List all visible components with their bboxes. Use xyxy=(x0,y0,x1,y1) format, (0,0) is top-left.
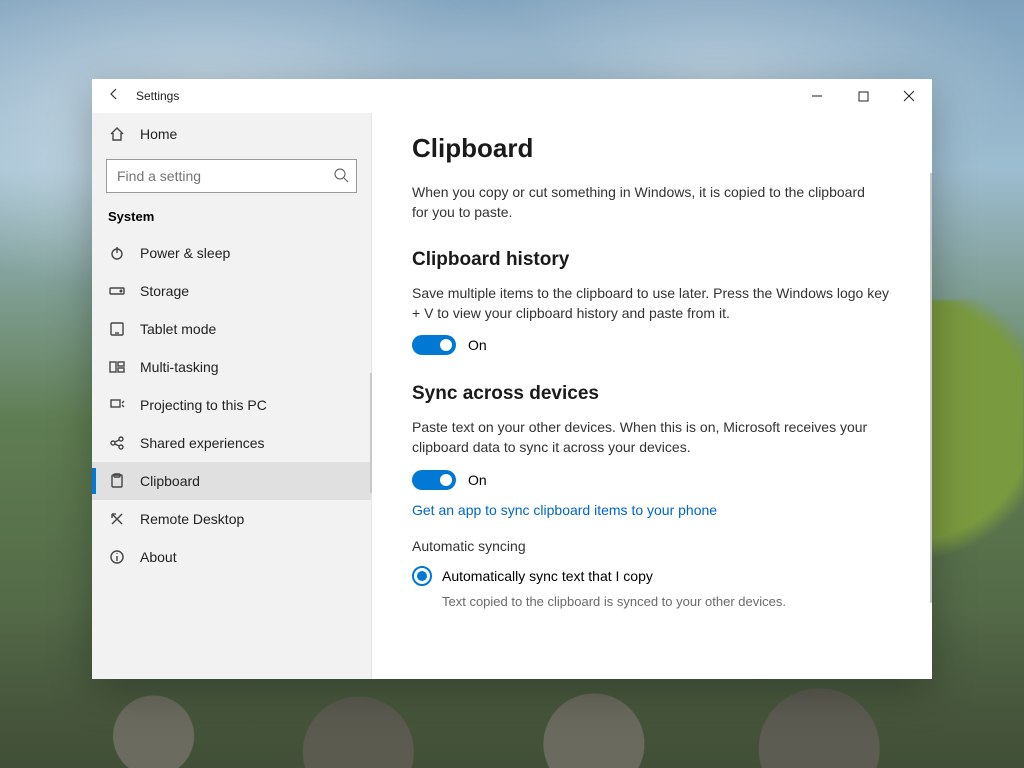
content-scrollbar[interactable] xyxy=(930,173,932,603)
toggle-track xyxy=(412,470,456,490)
multitask-icon xyxy=(108,358,126,376)
sidebar-item-label: Projecting to this PC xyxy=(140,397,267,413)
search-input[interactable] xyxy=(106,159,357,193)
sync-app-link[interactable]: Get an app to sync clipboard items to yo… xyxy=(412,502,717,518)
sync-group: Sync across devices Paste text on your o… xyxy=(412,383,892,609)
sidebar-item-remote-desktop[interactable]: Remote Desktop xyxy=(92,500,371,538)
toggle-track xyxy=(412,335,456,355)
maximize-button[interactable] xyxy=(840,79,886,113)
sidebar-item-label: Tablet mode xyxy=(140,321,216,337)
clipboard-history-desc: Save multiple items to the clipboard to … xyxy=(412,283,892,324)
page-title: Clipboard xyxy=(412,133,892,164)
auto-sync-radio-row[interactable]: Automatically sync text that I copy xyxy=(412,564,892,590)
radio-button[interactable] xyxy=(412,566,432,586)
sidebar-item-clipboard[interactable]: Clipboard xyxy=(92,462,371,500)
toggle-state-label: On xyxy=(468,337,487,353)
minimize-button[interactable] xyxy=(794,79,840,113)
radio-dot xyxy=(417,571,427,581)
toggle-knob xyxy=(440,339,452,351)
window-controls xyxy=(794,79,932,113)
auto-sync-hint: Text copied to the clipboard is synced t… xyxy=(442,594,892,609)
window-title: Settings xyxy=(136,89,179,103)
clipboard-icon xyxy=(108,472,126,490)
sidebar-item-label: Multi-tasking xyxy=(140,359,219,375)
automatic-syncing-heading: Automatic syncing xyxy=(412,538,892,554)
project-icon xyxy=(108,396,126,414)
sidebar-nav-list: Power & sleep Storage Tablet mode Multi-… xyxy=(92,234,371,679)
auto-sync-radio-label: Automatically sync text that I copy xyxy=(442,568,653,584)
page-intro: When you copy or cut something in Window… xyxy=(412,182,872,223)
sidebar-home[interactable]: Home xyxy=(92,115,371,153)
sidebar-item-storage[interactable]: Storage xyxy=(92,272,371,310)
home-icon xyxy=(108,125,126,143)
power-icon xyxy=(108,244,126,262)
sidebar-item-about[interactable]: About xyxy=(92,538,371,576)
search-container xyxy=(106,159,357,193)
sidebar-item-tablet-mode[interactable]: Tablet mode xyxy=(92,310,371,348)
clipboard-history-toggle[interactable]: On xyxy=(412,335,892,355)
content-pane: Clipboard When you copy or cut something… xyxy=(372,113,932,679)
sidebar-item-projecting[interactable]: Projecting to this PC xyxy=(92,386,371,424)
sync-toggle[interactable]: On xyxy=(412,470,892,490)
sidebar-item-label: Power & sleep xyxy=(140,245,230,261)
sidebar-item-power-sleep[interactable]: Power & sleep xyxy=(92,234,371,272)
sidebar-item-shared-experiences[interactable]: Shared experiences xyxy=(92,424,371,462)
tablet-icon xyxy=(108,320,126,338)
back-button[interactable] xyxy=(102,87,126,106)
titlebar: Settings xyxy=(92,79,932,113)
shared-icon xyxy=(108,434,126,452)
about-icon xyxy=(108,548,126,566)
sidebar-item-label: Clipboard xyxy=(140,473,200,489)
clipboard-history-group: Clipboard history Save multiple items to… xyxy=(412,249,892,356)
sidebar-item-multi-tasking[interactable]: Multi-tasking xyxy=(92,348,371,386)
sidebar-item-label: About xyxy=(140,549,177,565)
sidebar-home-label: Home xyxy=(140,126,177,142)
close-button[interactable] xyxy=(886,79,932,113)
settings-window: Settings Home xyxy=(92,79,932,679)
sync-heading: Sync across devices xyxy=(412,383,892,405)
sync-desc: Paste text on your other devices. When t… xyxy=(412,417,892,458)
remote-icon xyxy=(108,510,126,528)
sidebar-item-label: Remote Desktop xyxy=(140,511,244,527)
sidebar-item-label: Storage xyxy=(140,283,189,299)
sidebar-item-label: Shared experiences xyxy=(140,435,265,451)
storage-icon xyxy=(108,282,126,300)
toggle-state-label: On xyxy=(468,472,487,488)
sidebar: Home System Power & sleep Storage xyxy=(92,113,372,679)
clipboard-history-heading: Clipboard history xyxy=(412,249,892,271)
sidebar-section-label: System xyxy=(92,203,371,234)
search-icon xyxy=(333,167,349,188)
toggle-knob xyxy=(440,474,452,486)
